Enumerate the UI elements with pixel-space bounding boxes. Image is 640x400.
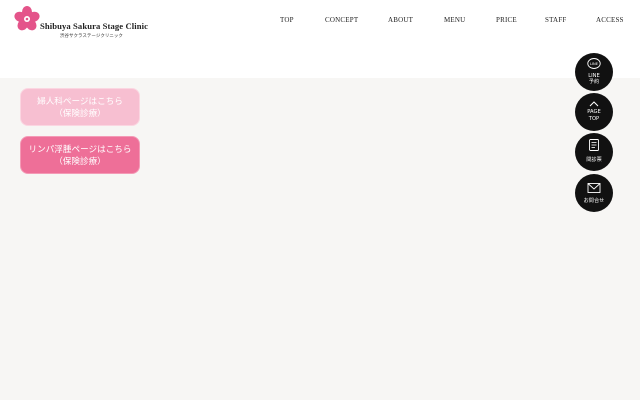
questionnaire-button[interactable]: 問診票 bbox=[575, 133, 613, 171]
link-line1: リンパ浮腫ページはこちら bbox=[28, 145, 132, 155]
contact-button[interactable]: お問合せ bbox=[575, 174, 613, 212]
questionnaire-icon bbox=[589, 139, 599, 151]
main-nav: TOP CONCEPT ABOUT MENU PRICE STAFF ACCES… bbox=[270, 16, 630, 28]
gynecology-page-link[interactable]: 婦人科ページはこちら （保険診療） bbox=[20, 88, 140, 126]
mail-icon bbox=[587, 183, 601, 193]
lymphedema-page-link[interactable]: リンパ浮腫ページはこちら （保険診療） bbox=[20, 136, 140, 174]
link-line2: （保険診療） bbox=[54, 157, 106, 167]
logo-subtitle: 渋谷サクラステージクリニック bbox=[60, 34, 123, 39]
nav-concept[interactable]: CONCEPT bbox=[325, 16, 358, 24]
nav-top[interactable]: TOP bbox=[280, 16, 294, 24]
page-top-button[interactable]: PAGE TOP bbox=[575, 93, 613, 131]
page-label: PAGE bbox=[587, 109, 601, 115]
link-line2: （保険診療） bbox=[54, 109, 106, 119]
nav-access[interactable]: ACCESS bbox=[596, 16, 624, 24]
line-icon-text: LINE bbox=[590, 62, 599, 66]
questionnaire-label: 問診票 bbox=[586, 157, 602, 163]
nav-menu[interactable]: MENU bbox=[444, 16, 465, 24]
nav-price[interactable]: PRICE bbox=[496, 16, 517, 24]
nav-staff[interactable]: STAFF bbox=[545, 16, 566, 24]
site-header: Shibuya Sakura Stage Clinic 渋谷サクラステージクリニ… bbox=[0, 0, 640, 78]
line-icon: LINE bbox=[587, 58, 601, 69]
sakura-logo-icon bbox=[14, 6, 40, 31]
reservation-label: 予約 bbox=[588, 79, 600, 85]
link-line1: 婦人科ページはこちら bbox=[37, 97, 123, 107]
logo-name: Shibuya Sakura Stage Clinic bbox=[40, 21, 149, 31]
contact-label: お問合せ bbox=[583, 198, 605, 204]
clinic-logo[interactable]: Shibuya Sakura Stage Clinic 渋谷サクラステージクリニ… bbox=[14, 6, 154, 42]
top-label: TOP bbox=[588, 116, 600, 122]
nav-about[interactable]: ABOUT bbox=[388, 16, 413, 24]
line-reservation-button[interactable]: LINE LINE 予約 bbox=[575, 53, 613, 91]
